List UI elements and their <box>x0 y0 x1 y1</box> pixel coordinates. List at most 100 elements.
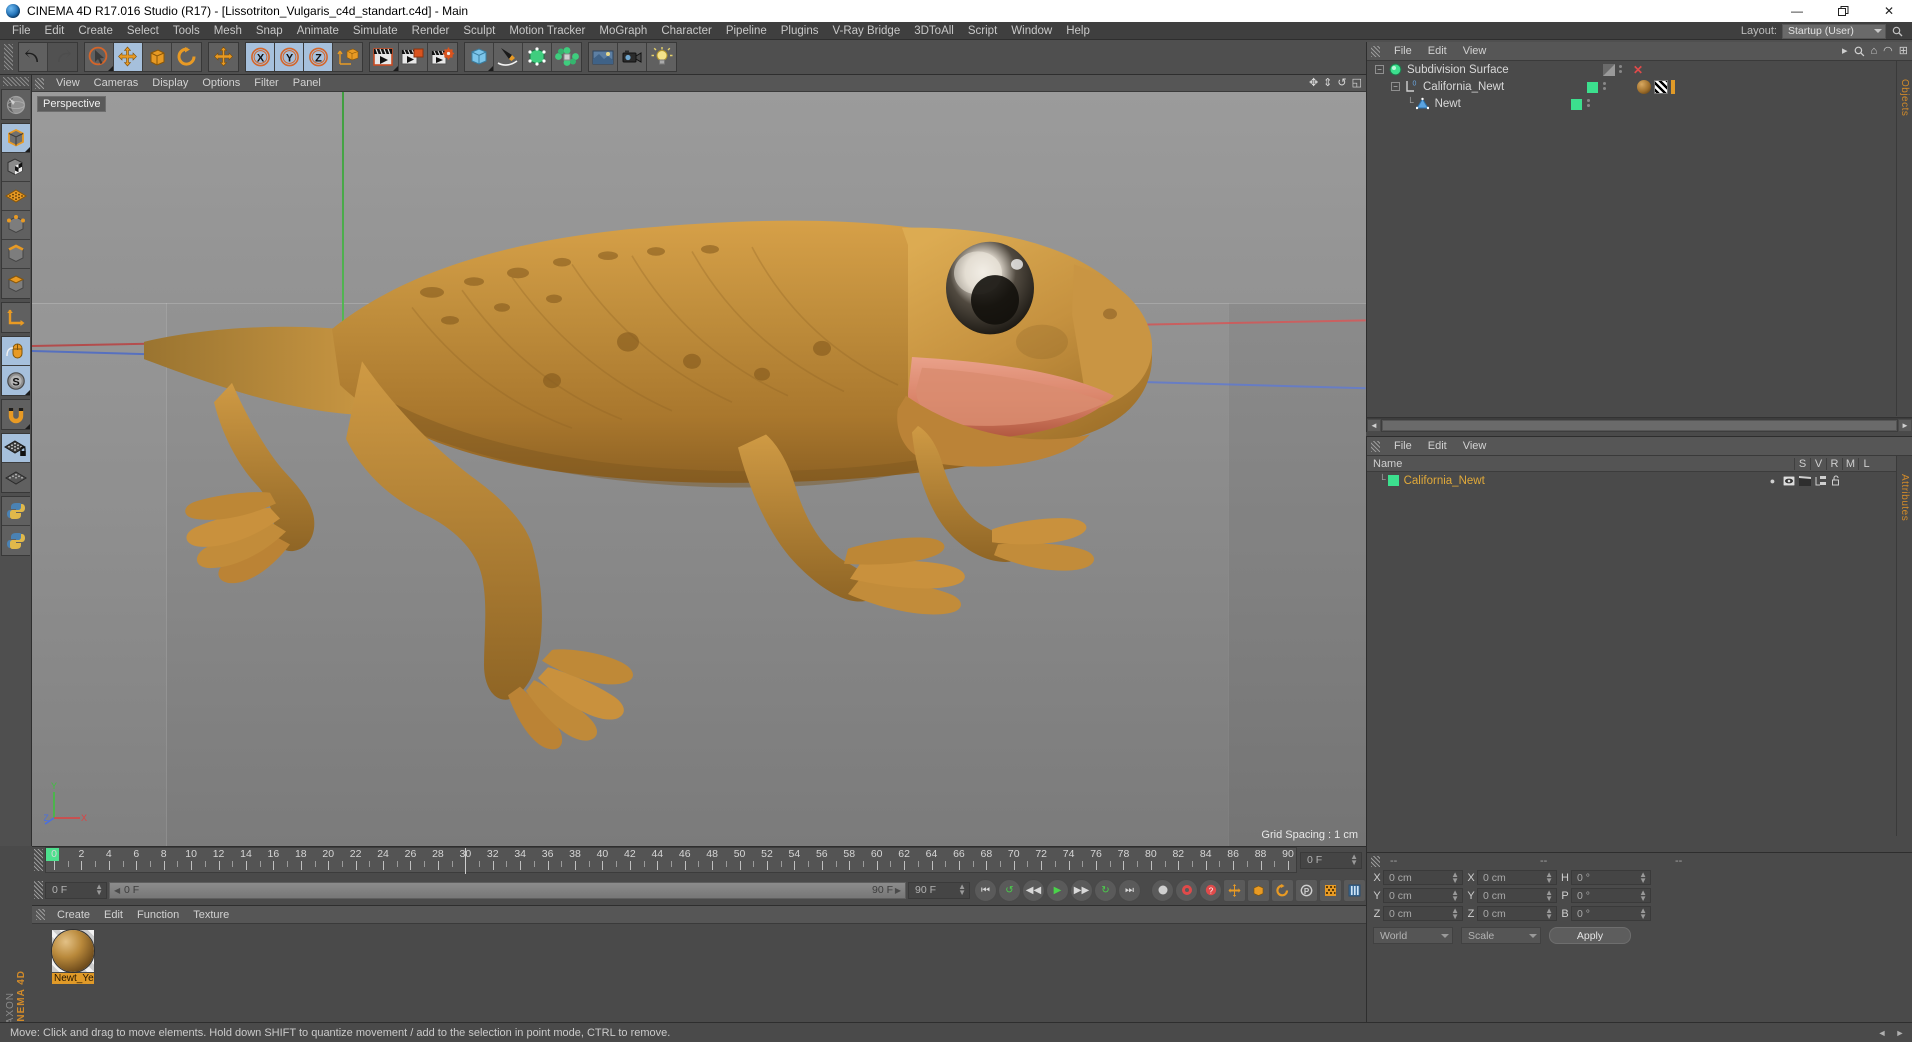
scale-key-button[interactable] <box>1247 878 1270 902</box>
soft-selection-button[interactable]: S <box>2 366 30 395</box>
position-y-field[interactable]: 0 cm ▲ ▼ <box>1383 888 1463 903</box>
material-preview[interactable] <box>52 930 94 972</box>
object-manager-menu-edit[interactable]: Edit <box>1420 45 1455 57</box>
rotation-p-field[interactable]: 0 ° ▲ ▼ <box>1571 888 1651 903</box>
world-object-coord-button[interactable] <box>333 43 362 71</box>
magnifier-icon[interactable] <box>1891 25 1904 38</box>
stepper-icon[interactable]: ▲ ▼ <box>1545 907 1553 921</box>
texture-mode-button[interactable] <box>2 153 30 182</box>
add-camera-button[interactable] <box>618 43 647 71</box>
menu-select[interactable]: Select <box>120 22 166 40</box>
stepper-icon[interactable]: ▲ ▼ <box>1451 871 1459 885</box>
add-light-button[interactable] <box>647 43 676 71</box>
viewport-menu-options[interactable]: Options <box>195 77 247 89</box>
dolly-icon[interactable]: ⇕ <box>1323 76 1332 90</box>
add-generator-button[interactable] <box>523 43 552 71</box>
material-menu-function[interactable]: Function <box>130 909 186 921</box>
stepper-icon[interactable]: ▲ ▼ <box>1639 889 1647 903</box>
pan-icon[interactable]: ✥ <box>1309 76 1318 90</box>
maximize-icon[interactable]: ◱ <box>1352 76 1362 90</box>
points-mode-button[interactable] <box>2 211 30 240</box>
selection-tag-icon[interactable] <box>1671 80 1675 94</box>
position-x-field[interactable]: 0 cm ▲ ▼ <box>1383 870 1463 885</box>
minimize-button[interactable]: — <box>1774 0 1820 22</box>
chevron-right-icon[interactable]: ▸ <box>1842 44 1848 58</box>
make-editable-button[interactable] <box>2 90 30 119</box>
go-to-end-button[interactable]: ⏭ <box>1118 878 1141 902</box>
param-key-button[interactable]: P <box>1295 878 1318 902</box>
move-tool-button[interactable] <box>114 43 143 71</box>
checker-tag-icon[interactable] <box>1654 80 1668 94</box>
enable-snap-button[interactable] <box>2 400 30 429</box>
layout-dropdown[interactable]: Startup (User) <box>1782 23 1886 39</box>
status-badge[interactable] <box>1387 475 1399 486</box>
material-menu-texture[interactable]: Texture <box>186 909 236 921</box>
stepper-icon[interactable]: ▲ ▼ <box>1451 907 1459 921</box>
material-preview-cell[interactable] <box>52 930 94 972</box>
rotation-b-field[interactable]: 0 ° ▲ ▼ <box>1571 906 1651 921</box>
menu-simulate[interactable]: Simulate <box>346 22 405 40</box>
scroll-left-icon[interactable]: ◄ <box>1876 1027 1888 1039</box>
scroll-left-icon[interactable]: ◄ <box>1367 418 1381 432</box>
rotation-h-field[interactable]: 0 ° ▲ ▼ <box>1571 870 1651 885</box>
step-forward-button[interactable]: ▶▶ <box>1070 878 1093 902</box>
frame-range-bar[interactable]: ◀ 0 F 90 F ▶ <box>109 881 906 899</box>
python-console-button[interactable] <box>2 497 30 526</box>
render-to-picture-viewer-button[interactable] <box>399 43 428 71</box>
menu-motion-tracker[interactable]: Motion Tracker <box>502 22 592 40</box>
lock-x-button[interactable]: X <box>246 43 275 71</box>
undo-button[interactable] <box>19 43 48 71</box>
table-row[interactable]: − 0 California_Newt <box>1367 78 1896 95</box>
rotate-icon[interactable]: ↺ <box>1337 76 1346 90</box>
attributes-side-tab[interactable]: Attributes <box>1896 456 1912 836</box>
scroll-right-icon[interactable]: ► <box>1894 1027 1906 1039</box>
script-manager-button[interactable] <box>2 526 30 555</box>
lock-open-icon[interactable] <box>1830 474 1843 487</box>
lock-y-button[interactable]: Y <box>275 43 304 71</box>
eye-icon[interactable]: ◠ <box>1883 44 1893 58</box>
visibility-dots[interactable] <box>1587 99 1590 107</box>
menu-tools[interactable]: Tools <box>166 22 207 40</box>
menu-mograph[interactable]: MoGraph <box>592 22 654 40</box>
table-row[interactable]: └ Newt <box>1367 95 1896 112</box>
table-row[interactable]: └ California_Newt ● <box>1367 472 1912 489</box>
viewport-menu-filter[interactable]: Filter <box>247 77 285 89</box>
render-view-button[interactable] <box>370 43 399 71</box>
go-to-start-button[interactable]: ⏮ <box>974 878 997 902</box>
toolbar-grip[interactable] <box>4 44 13 70</box>
object-manager-hscrollbar[interactable]: ◄ ► <box>1367 417 1912 432</box>
object-manager-menu-file[interactable]: File <box>1386 45 1420 57</box>
step-back-button[interactable]: ◀◀ <box>1022 878 1045 902</box>
stepper-icon[interactable]: ▲ ▼ <box>1639 907 1647 921</box>
menu-window[interactable]: Window <box>1004 22 1059 40</box>
play-forward-loop-button[interactable]: ↻ <box>1094 878 1117 902</box>
status-badge[interactable] <box>1587 82 1598 93</box>
restore-button[interactable] <box>1820 0 1866 22</box>
stepper-icon[interactable]: ▲ ▼ <box>1545 889 1553 903</box>
menu-animate[interactable]: Animate <box>290 22 346 40</box>
timeline-controls-grip[interactable] <box>34 881 43 899</box>
expander-toggle[interactable]: − <box>1375 65 1384 74</box>
object-manager-grip[interactable] <box>1371 45 1380 57</box>
current-frame-field[interactable]: 0 F ▲ ▼ <box>45 881 107 899</box>
play-button[interactable]: ▶ <box>1046 878 1069 902</box>
timeline-grip[interactable] <box>34 849 43 871</box>
position-key-button[interactable] <box>1223 878 1246 902</box>
record-active-objects-button[interactable] <box>1151 878 1174 902</box>
close-button[interactable]: ✕ <box>1866 0 1912 22</box>
stepper-icon[interactable]: ▲ ▼ <box>1545 871 1553 885</box>
timeline-playhead[interactable] <box>465 848 467 874</box>
magnifier-icon[interactable] <box>1854 46 1865 57</box>
autokeying-button[interactable] <box>1175 878 1198 902</box>
viewport-menu-panel[interactable]: Panel <box>286 77 328 89</box>
enable-axis-button[interactable] <box>2 303 30 332</box>
material-name[interactable]: Newt_Ye <box>52 973 94 984</box>
apply-button[interactable]: Apply <box>1549 927 1631 944</box>
menu-mesh[interactable]: Mesh <box>207 22 249 40</box>
add-spline-button[interactable] <box>494 43 523 71</box>
size-x-field[interactable]: 0 cm ▲ ▼ <box>1477 870 1557 885</box>
range-left-arrow-icon[interactable]: ◀ <box>114 886 120 895</box>
attribute-manager-menu-view[interactable]: View <box>1455 440 1495 452</box>
viewport-canvas[interactable]: Perspective Grid Spacing : 1 cm Y X Z <box>32 92 1366 846</box>
visibility-dots[interactable] <box>1603 82 1606 90</box>
